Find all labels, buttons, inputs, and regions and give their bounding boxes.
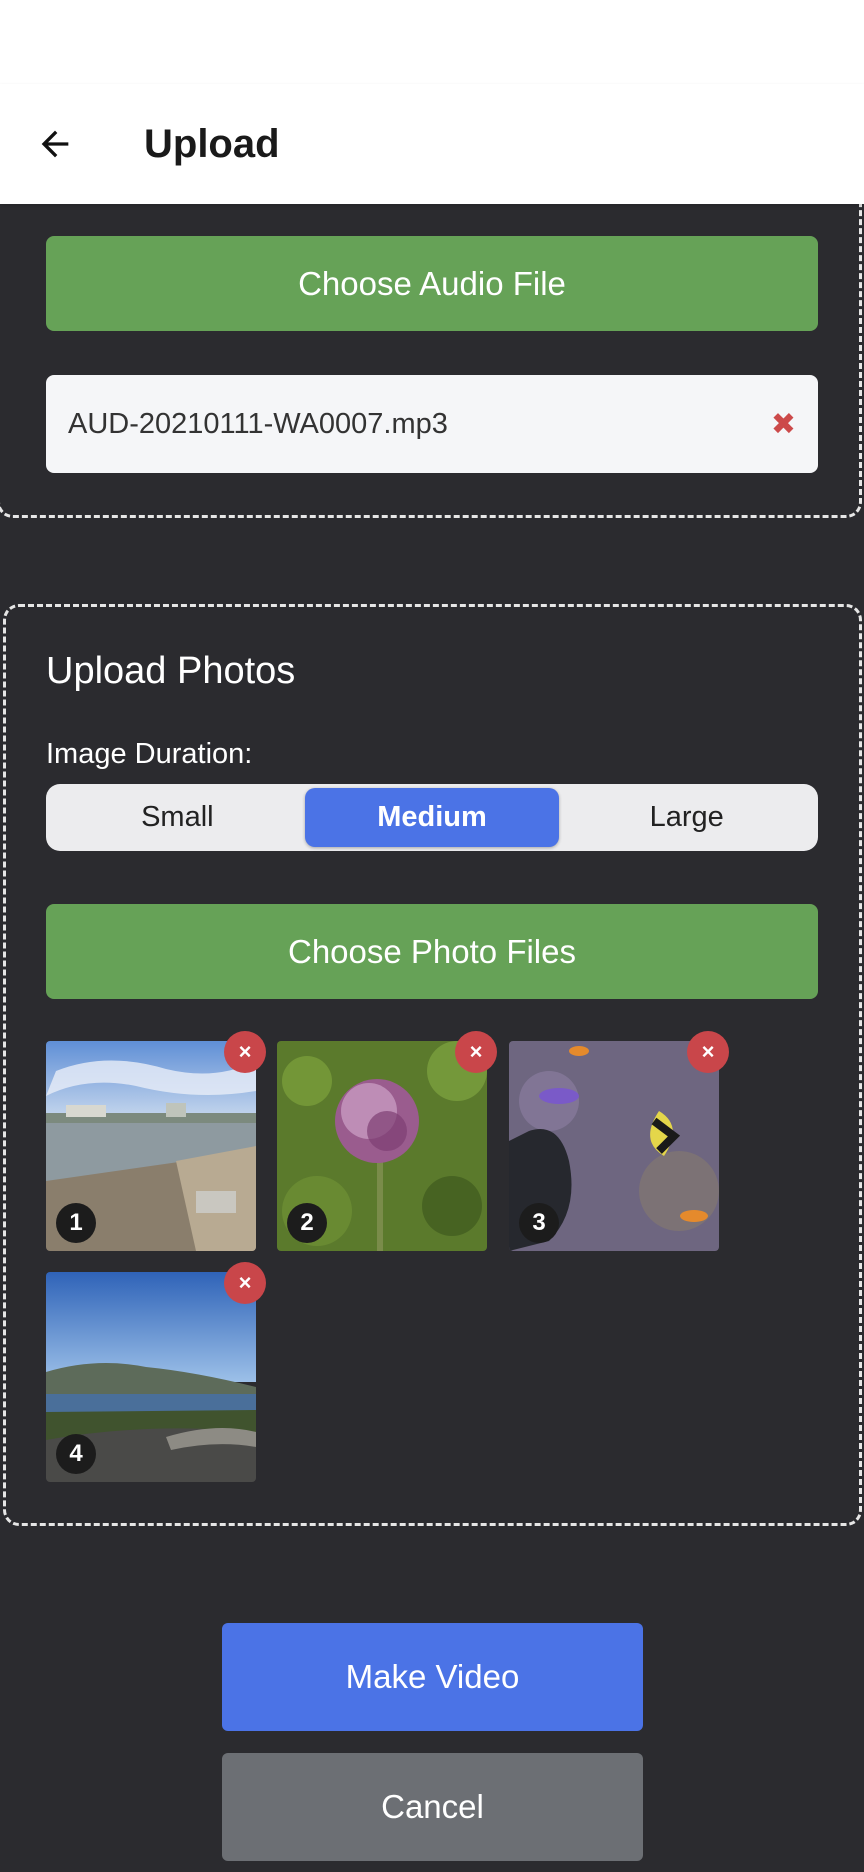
photo-order-badge: 3 <box>519 1203 559 1243</box>
photo-order-badge: 1 <box>56 1203 96 1243</box>
app-bar: Upload <box>0 84 864 204</box>
remove-photo-icon[interactable]: × <box>224 1031 266 1073</box>
remove-audio-icon[interactable]: ✖ <box>771 407 796 442</box>
back-button[interactable] <box>0 84 110 204</box>
selected-audio-file: AUD-20210111-WA0007.mp3 ✖ <box>46 375 818 473</box>
photos-section-title: Upload Photos <box>46 650 296 692</box>
image-duration-selector: Small Medium Large <box>46 784 818 851</box>
photo-thumbnail[interactable]: 3 × <box>509 1031 729 1251</box>
make-video-button[interactable]: Make Video <box>222 1623 643 1731</box>
image-duration-label: Image Duration: <box>46 738 253 770</box>
photo-order-badge: 4 <box>56 1434 96 1474</box>
choose-photos-button[interactable]: Choose Photo Files <box>46 904 818 999</box>
photo-thumbnail[interactable]: 1 × <box>46 1031 266 1251</box>
photo-order-badge: 2 <box>287 1203 327 1243</box>
remove-photo-icon[interactable]: × <box>455 1031 497 1073</box>
duration-option-small[interactable]: Small <box>50 788 305 847</box>
arrow-left-icon <box>41 130 69 158</box>
page-title: Upload <box>144 121 280 166</box>
cancel-button[interactable]: Cancel <box>222 1753 643 1861</box>
photo-thumbnail[interactable]: 2 × <box>277 1031 497 1251</box>
photo-thumbnail[interactable]: 4 × <box>46 1262 266 1482</box>
audio-file-name: AUD-20210111-WA0007.mp3 <box>68 407 448 440</box>
duration-option-medium[interactable]: Medium <box>304 788 560 847</box>
remove-photo-icon[interactable]: × <box>224 1262 266 1304</box>
choose-audio-button[interactable]: Choose Audio File <box>46 236 818 331</box>
remove-photo-icon[interactable]: × <box>687 1031 729 1073</box>
status-bar <box>0 0 864 84</box>
duration-option-large[interactable]: Large <box>559 788 814 847</box>
